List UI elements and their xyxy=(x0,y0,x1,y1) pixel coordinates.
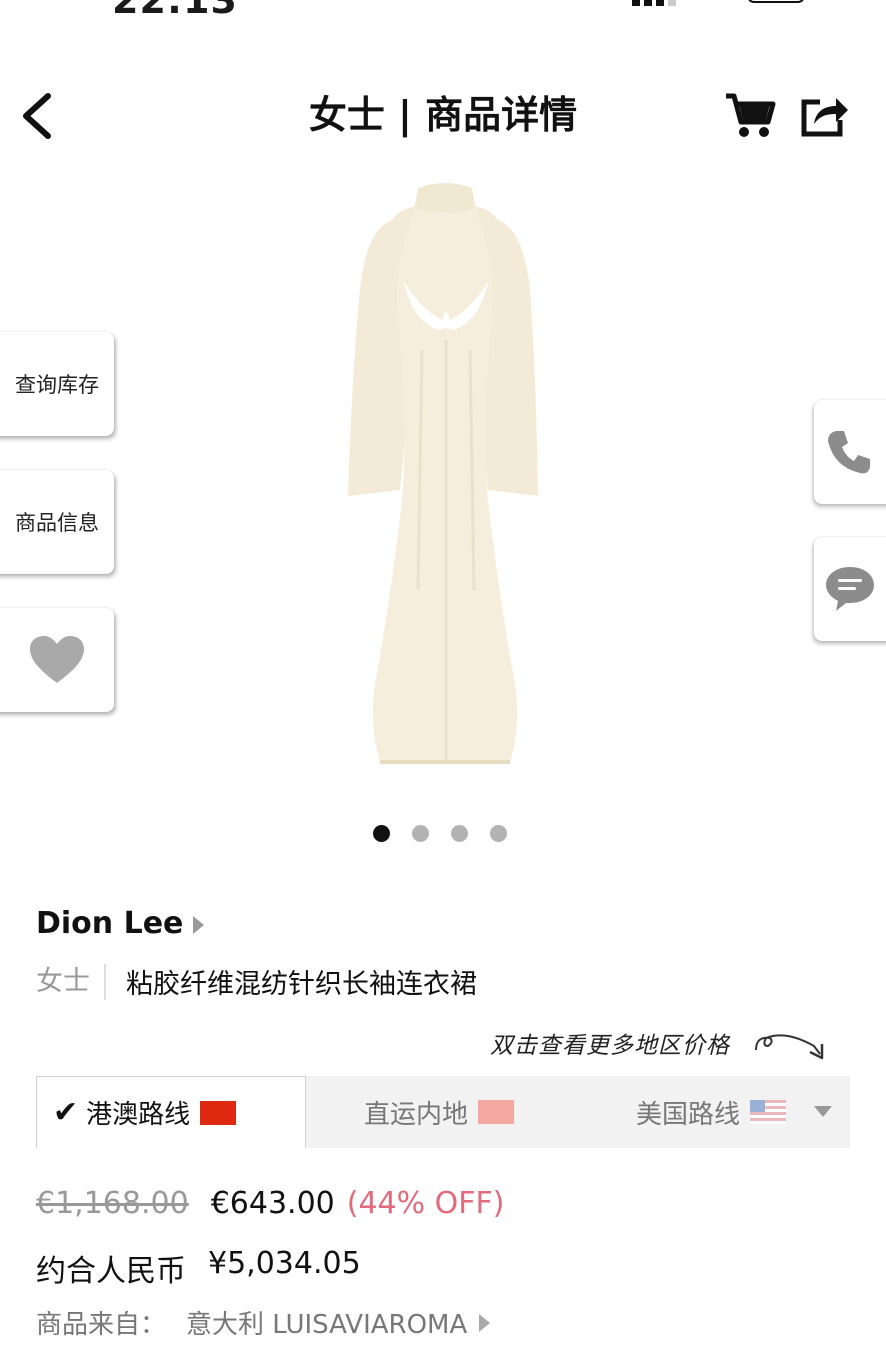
status-icons xyxy=(632,0,804,6)
product-category-row: 女士 粘胶纤维混纺针织长袖连衣裙 xyxy=(36,962,477,1001)
cn-flag-icon xyxy=(478,1100,515,1124)
discount-badge: (44% OFF) xyxy=(346,1186,505,1221)
signal-bar xyxy=(668,0,676,6)
route-tab-label: 港澳路线 xyxy=(86,1100,191,1130)
chat-icon xyxy=(826,567,874,611)
carousel-dots xyxy=(373,825,507,842)
rmb-value: ¥5,034.05 xyxy=(208,1246,361,1281)
hk-flag-icon xyxy=(200,1100,237,1125)
cart-button[interactable] xyxy=(724,90,776,140)
rmb-label: 约合人民币 xyxy=(36,1254,186,1289)
carousel-dot-active[interactable] xyxy=(373,825,390,842)
origin-link[interactable]: 商品来自： 意大利 LUISAVIAROMA xyxy=(36,1304,491,1341)
route-tab-usa[interactable]: 美国路线 xyxy=(636,1076,787,1148)
carousel-dot[interactable] xyxy=(490,825,507,842)
chevron-right-icon xyxy=(193,915,205,934)
region-price-hint: 双击查看更多地区价格 xyxy=(490,1033,730,1059)
price-row: €1,168.00 €643.00 (44% OFF) xyxy=(36,1186,505,1221)
product-image[interactable] xyxy=(330,170,560,770)
carousel-dot[interactable] xyxy=(412,825,429,842)
route-tab-label: 直运内地 xyxy=(364,1099,469,1130)
brand-name: Dion Lee xyxy=(36,906,184,941)
favorite-button[interactable] xyxy=(0,608,114,712)
route-tab-hk-macau[interactable]: ✔ 港澳路线 xyxy=(36,1076,306,1148)
brand-link[interactable]: Dion Lee xyxy=(36,906,205,941)
dropdown-arrow-icon[interactable] xyxy=(814,1106,832,1117)
share-icon xyxy=(801,98,848,137)
checkmark-icon: ✔ xyxy=(53,1095,79,1130)
route-tabs: ✔ 港澳路线 直运内地 美国路线 xyxy=(36,1076,850,1148)
curved-arrow-icon xyxy=(755,1034,824,1060)
signal-bar xyxy=(644,0,652,6)
product-gender: 女士 xyxy=(36,963,106,1000)
chevron-right-icon xyxy=(479,1313,491,1332)
status-time: 22:13 xyxy=(112,0,238,22)
cart-icon xyxy=(726,93,776,137)
original-price: €1,168.00 xyxy=(36,1186,189,1221)
carousel-dot[interactable] xyxy=(451,825,468,842)
product-name: 粘胶纤维混纺针织长袖连衣裙 xyxy=(126,969,477,1000)
dress-collar xyxy=(414,183,476,215)
route-tab-label: 美国路线 xyxy=(636,1099,741,1130)
us-flag-icon xyxy=(750,1100,787,1124)
current-price: €643.00 xyxy=(210,1186,335,1221)
phone-button[interactable] xyxy=(814,400,886,504)
signal-bar xyxy=(656,0,664,6)
phone-icon xyxy=(828,431,870,474)
route-tab-mainland[interactable]: 直运内地 xyxy=(364,1076,515,1148)
battery-icon xyxy=(748,0,804,3)
heart-icon xyxy=(30,636,84,683)
origin-value: 意大利 LUISAVIAROMA xyxy=(186,1310,468,1340)
product-info-tab[interactable]: 商品信息 xyxy=(0,470,114,574)
product-info-label: 商品信息 xyxy=(15,511,99,535)
signal-bar xyxy=(632,0,640,6)
share-button[interactable] xyxy=(798,90,852,140)
check-stock-label: 查询库存 xyxy=(15,373,99,397)
origin-label: 商品来自： xyxy=(36,1310,167,1340)
check-stock-tab[interactable]: 查询库存 xyxy=(0,332,114,436)
chat-button[interactable] xyxy=(814,537,886,641)
rmb-price-row: 约合人民币 ¥5,034.05 xyxy=(36,1246,361,1290)
